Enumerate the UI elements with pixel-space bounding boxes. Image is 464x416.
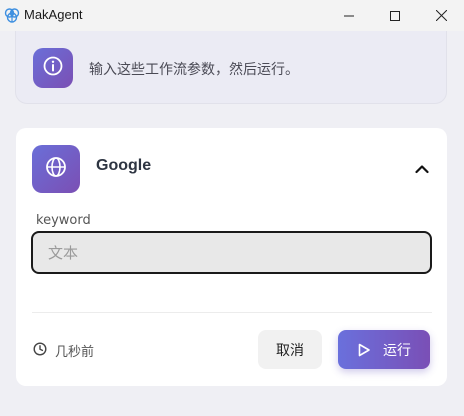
divider: [32, 312, 432, 313]
run-label: 运行: [383, 342, 411, 359]
play-icon: [357, 343, 371, 357]
info-icon-badge: [33, 48, 73, 88]
globe-icon: [45, 156, 67, 182]
info-banner: 输入这些工作流参数，然后运行。: [15, 31, 447, 104]
minimize-button[interactable]: [326, 0, 372, 31]
window-title: MakAgent: [24, 7, 83, 22]
keyword-label: keyword: [36, 213, 91, 228]
time-text: 几秒前: [55, 345, 95, 360]
close-button[interactable]: [418, 0, 464, 31]
cancel-button[interactable]: 取消: [258, 330, 322, 369]
tool-name: Google: [96, 157, 152, 174]
brain-logo-icon: [4, 7, 20, 23]
chevron-up-icon: [415, 159, 429, 178]
maximize-button[interactable]: [372, 0, 418, 31]
run-button[interactable]: 运行: [338, 330, 430, 369]
workflow-card: Google keyword 几秒前: [16, 128, 447, 386]
clock-icon: [33, 341, 47, 360]
minimize-icon: [344, 6, 354, 25]
app-window: MakAgent 输入这些工作流参数，然后运行。 Google keyword …: [0, 0, 464, 416]
last-run-time: 几秒前: [33, 341, 94, 360]
keyword-input[interactable]: [31, 231, 432, 274]
info-icon: [43, 56, 63, 80]
collapse-button[interactable]: [412, 158, 432, 178]
close-icon: [435, 6, 447, 25]
maximize-icon: [390, 6, 400, 25]
info-message: 输入这些工作流参数，然后运行。: [89, 62, 299, 78]
content-area: 输入这些工作流参数，然后运行。 Google keyword 文本 几秒前 取消…: [0, 31, 464, 416]
title-bar[interactable]: MakAgent: [0, 0, 464, 31]
tool-icon-badge: [32, 145, 80, 193]
